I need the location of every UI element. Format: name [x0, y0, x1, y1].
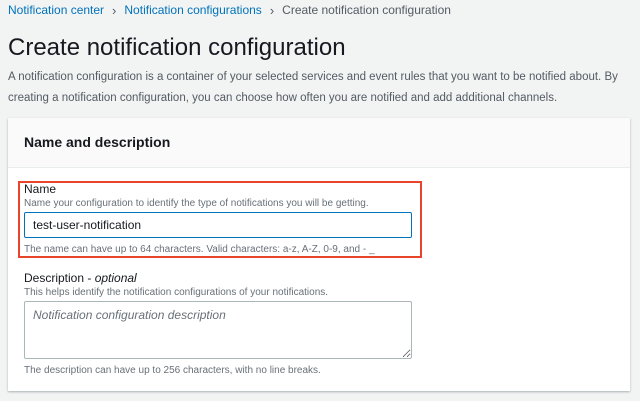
name-input[interactable]: [24, 212, 412, 238]
description-constraint: The description can have up to 256 chara…: [24, 365, 321, 376]
name-help: Name your configuration to identify the …: [24, 198, 369, 209]
breadcrumb: Notification center › Notification confi…: [8, 2, 451, 18]
card-header: Name and description: [8, 118, 630, 168]
name-constraint: The name can have up to 64 characters. V…: [24, 244, 375, 255]
description-label: Description - optional: [24, 271, 137, 285]
page-description: A notification configuration is a contai…: [8, 71, 618, 104]
description-label-text: Description -: [24, 271, 95, 285]
name-label: Name: [24, 182, 57, 196]
breadcrumb-current: Create notification configuration: [282, 3, 451, 17]
chevron-right-icon: ›: [269, 2, 275, 18]
optional-tag: optional: [94, 271, 137, 285]
description-help: This helps identify the notification con…: [24, 287, 329, 298]
description-textarea[interactable]: [24, 301, 412, 359]
breadcrumb-notification-center[interactable]: Notification center: [8, 3, 104, 17]
breadcrumb-notification-configurations[interactable]: Notification configurations: [124, 3, 261, 17]
chevron-right-icon: ›: [112, 2, 117, 18]
card-title: Name and description: [24, 134, 171, 150]
page-title: Create notification configuration: [8, 34, 346, 61]
